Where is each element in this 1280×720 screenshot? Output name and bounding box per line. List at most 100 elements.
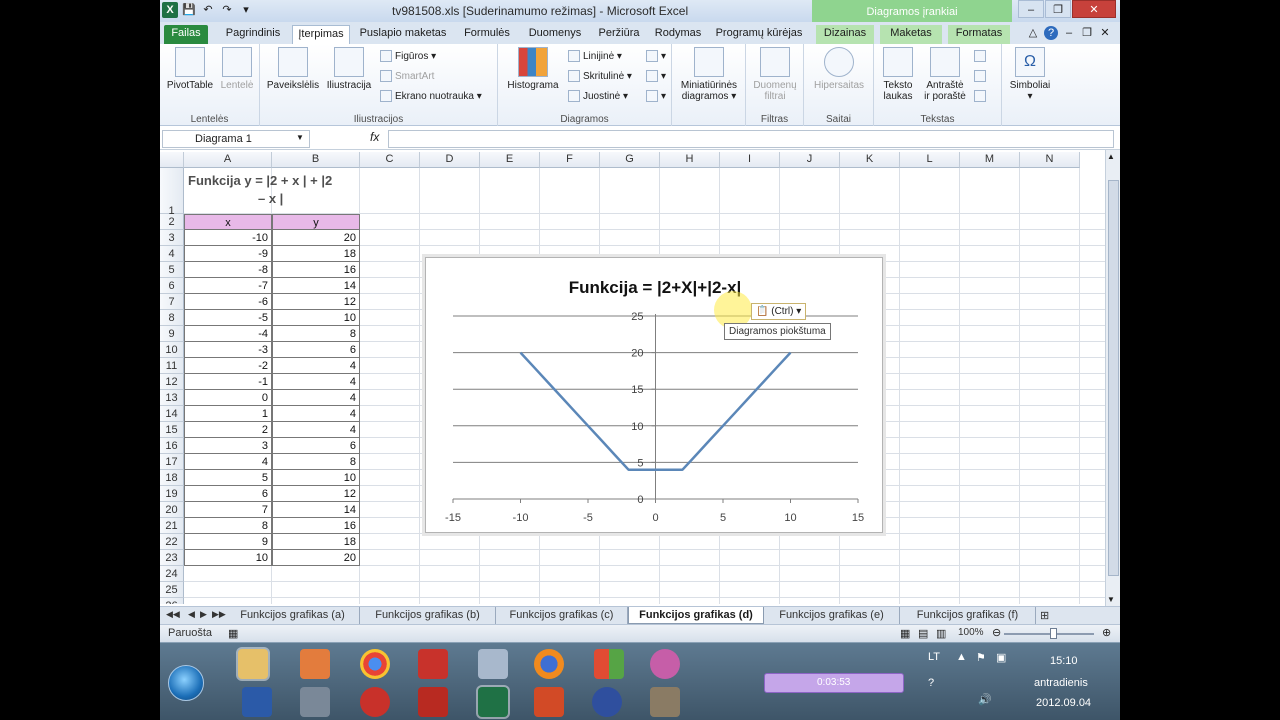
area-chart-button[interactable]: ▾ xyxy=(646,50,666,64)
cell-x-value[interactable]: -1 xyxy=(184,374,272,390)
cell-y-value[interactable]: 6 xyxy=(272,342,360,358)
cell-y-value[interactable]: 18 xyxy=(272,246,360,262)
cell-y-value[interactable]: 16 xyxy=(272,518,360,534)
explorer-icon[interactable] xyxy=(238,649,268,679)
close-button[interactable]: ✕ xyxy=(1072,0,1116,18)
cell-x-value[interactable]: 5 xyxy=(184,470,272,486)
zoom-slider-thumb[interactable] xyxy=(1050,628,1057,639)
tab-format[interactable]: Formatas xyxy=(948,25,1010,44)
cell-x-value[interactable]: -5 xyxy=(184,310,272,326)
sparklines-button[interactable]: Miniatiūrinės diagramos ▾ xyxy=(676,47,742,102)
screenshot-button[interactable]: Ekrano nuotrauka ▾ xyxy=(380,90,482,104)
cell-y-value[interactable]: 12 xyxy=(272,294,360,310)
network-icon[interactable]: ▣ xyxy=(996,651,1006,664)
header-footer-button[interactable]: Antraštė ir poraštė xyxy=(920,47,970,102)
action-center-icon[interactable]: ⚑ xyxy=(976,651,986,664)
tab-formulas[interactable]: Formulės xyxy=(456,25,518,44)
wordart-button[interactable] xyxy=(974,50,989,64)
row-header-8[interactable]: 8 xyxy=(160,310,184,326)
acrobat-icon[interactable] xyxy=(360,687,390,717)
tab-design[interactable]: Dizainas xyxy=(816,25,874,44)
column-header-d[interactable]: D xyxy=(420,152,480,168)
column-header-i[interactable]: I xyxy=(720,152,780,168)
excel-logo-icon[interactable]: X xyxy=(162,2,178,18)
cell-y-value[interactable]: 6 xyxy=(272,438,360,454)
gmail-icon[interactable] xyxy=(418,649,448,679)
show-hidden-icons[interactable]: ▲ xyxy=(956,651,967,663)
row-header-23[interactable]: 23 xyxy=(160,550,184,566)
row-header-13[interactable]: 13 xyxy=(160,390,184,406)
cell-x-value[interactable]: 2 xyxy=(184,422,272,438)
cell-y-value[interactable]: 14 xyxy=(272,278,360,294)
signature-line-button[interactable] xyxy=(974,70,989,84)
sheet-tab-f[interactable]: Funkcijos grafikas (f) xyxy=(900,607,1036,624)
bar-chart-button[interactable]: Juostinė ▾ xyxy=(568,90,628,104)
cell-x-value[interactable]: -10 xyxy=(184,230,272,246)
cell-y-value[interactable]: 16 xyxy=(272,262,360,278)
column-header-n[interactable]: N xyxy=(1020,152,1080,168)
tab-developer[interactable]: Programų kūrėjas xyxy=(712,25,806,44)
customize-qat-icon[interactable]: ▾ xyxy=(238,2,254,18)
sheet-tab-c[interactable]: Funkcijos grafikas (c) xyxy=(496,607,628,624)
smartart-button[interactable]: SmartArt xyxy=(380,70,434,84)
cell-x-value[interactable]: 8 xyxy=(184,518,272,534)
name-box-dropdown-icon[interactable]: ▼ xyxy=(296,133,304,142)
row-header-21[interactable]: 21 xyxy=(160,518,184,534)
page-break-view-icon[interactable]: ▥ xyxy=(936,627,946,640)
save-icon[interactable]: 💾 xyxy=(181,2,197,18)
cell-x-value[interactable]: -4 xyxy=(184,326,272,342)
tab-insert[interactable]: Įterpimas xyxy=(292,25,350,44)
cell-x-value[interactable]: 9 xyxy=(184,534,272,550)
printer-icon[interactable] xyxy=(300,687,330,717)
shapes-button[interactable]: Figūros ▾ xyxy=(380,50,436,64)
cell-a1-title[interactable]: Funkcija y = |2 + x | + |2 – x | xyxy=(184,169,360,211)
gimp-icon[interactable] xyxy=(650,687,680,717)
cell-y-value[interactable]: 10 xyxy=(272,470,360,486)
symbols-button[interactable]: Ω Simboliai ▾ xyxy=(1006,47,1054,102)
row-header-15[interactable]: 15 xyxy=(160,422,184,438)
row-header-26[interactable]: 26 xyxy=(160,598,184,604)
cell-x-value[interactable]: -3 xyxy=(184,342,272,358)
next-sheet-icon[interactable]: ▶ xyxy=(200,609,207,620)
sheet-tab-e[interactable]: Funkcijos grafikas (e) xyxy=(764,607,900,624)
hyperlink-button[interactable]: Hipersaitas xyxy=(808,47,870,91)
cell-y-value[interactable]: 4 xyxy=(272,358,360,374)
row-header-4[interactable]: 4 xyxy=(160,246,184,262)
slicer-button[interactable]: Duomenų filtrai xyxy=(750,47,800,102)
tab-file[interactable]: Failas xyxy=(164,25,208,44)
histogram-button[interactable]: Histograma xyxy=(504,47,562,91)
chart-object[interactable]: Funkcija = |2+X|+|2-x| 0 5 10 15 20 25 -15 -10 -… xyxy=(425,257,883,533)
cell-x-value[interactable]: 6 xyxy=(184,486,272,502)
name-box[interactable]: Diagrama 1 xyxy=(162,130,310,148)
paste-options-button[interactable]: 📋 (Ctrl) ▾ xyxy=(751,303,807,320)
cell-x-value[interactable]: -7 xyxy=(184,278,272,294)
row-header-25[interactable]: 25 xyxy=(160,582,184,598)
cell-x-value[interactable]: 3 xyxy=(184,438,272,454)
sheet-tab-d[interactable]: Funkcijos grafikas (d) xyxy=(628,607,764,624)
column-header-e[interactable]: E xyxy=(480,152,540,168)
windows-live-icon[interactable] xyxy=(594,649,624,679)
table-button[interactable]: Lentelė xyxy=(218,47,256,91)
cell-y-value[interactable]: 12 xyxy=(272,486,360,502)
window-restore-icon[interactable]: ❐ xyxy=(1080,26,1094,40)
cell-y-value[interactable]: 4 xyxy=(272,390,360,406)
row-header-12[interactable]: 12 xyxy=(160,374,184,390)
cell-x-value[interactable]: -8 xyxy=(184,262,272,278)
window-close-icon[interactable]: ✕ xyxy=(1098,26,1112,40)
row-header-11[interactable]: 11 xyxy=(160,358,184,374)
column-header-b[interactable]: B xyxy=(272,152,360,168)
cell-x-value[interactable]: -2 xyxy=(184,358,272,374)
cell-x-value[interactable]: -6 xyxy=(184,294,272,310)
other-charts-button[interactable]: ▾ xyxy=(646,90,666,104)
select-all-corner[interactable] xyxy=(160,152,184,168)
sheet-tab-b[interactable]: Funkcijos grafikas (b) xyxy=(360,607,496,624)
help-tray-icon[interactable]: ? xyxy=(928,677,934,689)
column-header-m[interactable]: M xyxy=(960,152,1020,168)
tab-data[interactable]: Duomenys xyxy=(522,25,588,44)
row-header-2[interactable]: 2 xyxy=(160,214,184,230)
column-header-k[interactable]: K xyxy=(840,152,900,168)
minimize-button[interactable]: – xyxy=(1018,0,1044,18)
cell-y-value[interactable]: 4 xyxy=(272,422,360,438)
textbox-button[interactable]: Teksto laukas xyxy=(878,47,918,102)
row-header-18[interactable]: 18 xyxy=(160,470,184,486)
